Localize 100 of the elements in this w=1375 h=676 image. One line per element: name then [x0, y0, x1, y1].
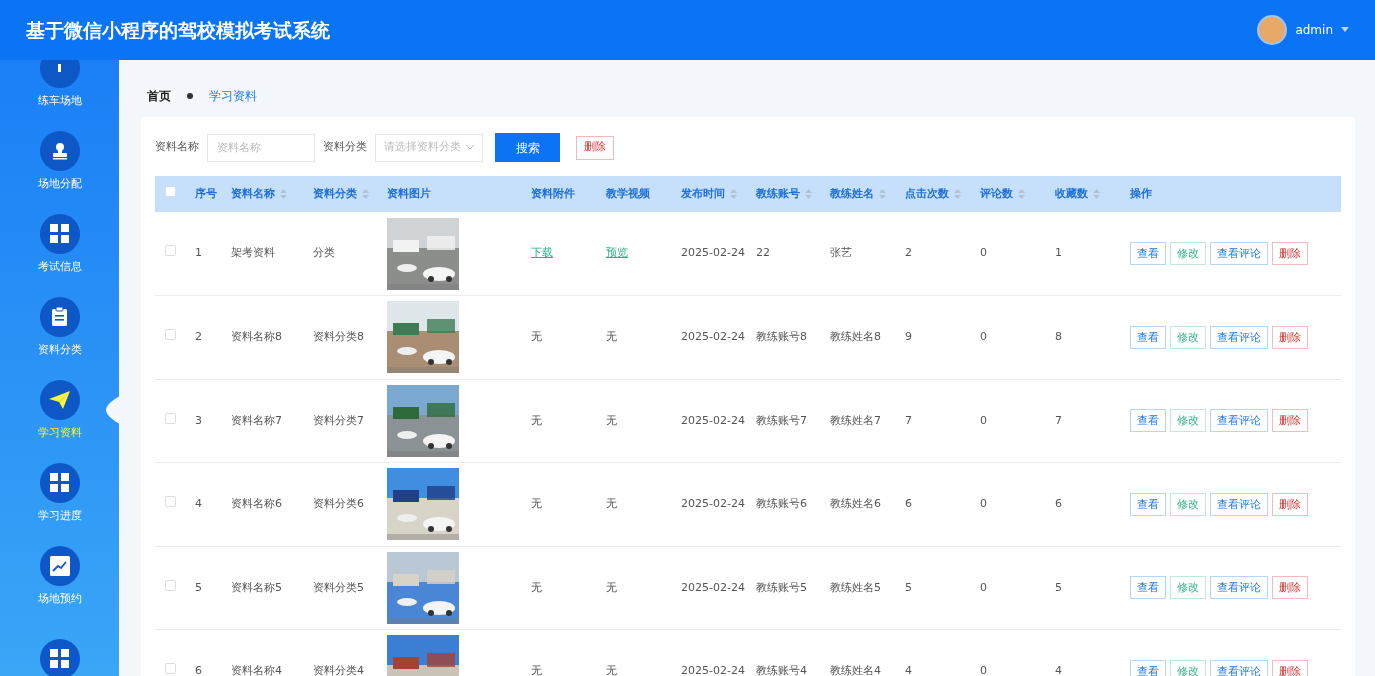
breadcrumb-item[interactable]: 学习资料: [209, 87, 257, 105]
sidebar-item[interactable]: 学习进度: [0, 451, 119, 534]
table-cell: 资料分类4: [313, 664, 364, 676]
row-number: 6: [195, 664, 202, 676]
field-label: 资料分类: [323, 139, 367, 156]
table-cell: 8: [1055, 330, 1062, 343]
row-number: 1: [195, 246, 202, 260]
table-cell: 4: [905, 664, 912, 676]
table-cell: 0: [980, 330, 987, 343]
table-cell: 22: [756, 246, 770, 260]
view-button[interactable]: 查看: [1130, 409, 1166, 433]
column-header: 资料图片: [387, 186, 431, 200]
table-cell: 2025-02-24: [681, 497, 745, 510]
table-cell: 教练姓名5: [830, 580, 881, 594]
sidebar-item[interactable]: 学习资料: [0, 368, 119, 451]
table-cell: 0: [980, 497, 987, 510]
app-title: 基于微信小程序的驾校模拟考试系统: [26, 17, 330, 43]
sidebar-item[interactable]: 考试信息: [0, 202, 119, 285]
delete-button[interactable]: 删除: [1272, 492, 1308, 516]
table-cell: 无: [606, 497, 617, 510]
table-cell: 0: [980, 246, 987, 260]
table-cell: 教练账号8: [756, 330, 807, 343]
preview-link[interactable]: 预览: [606, 246, 628, 260]
table-cell: 无: [531, 580, 542, 594]
table-cell: 无: [606, 413, 617, 427]
delete-button[interactable]: 删除: [576, 135, 614, 160]
table-cell: 资料分类5: [313, 580, 364, 594]
view-button[interactable]: 查看: [1130, 659, 1166, 676]
table-cell: 0: [980, 664, 987, 676]
table-cell: 无: [606, 580, 617, 594]
search-button[interactable]: 搜索: [495, 133, 560, 162]
view-button[interactable]: 查看评论: [1210, 242, 1268, 265]
view-button[interactable]: 查看评论: [1210, 325, 1268, 349]
table-cell: 2025-02-24: [681, 413, 745, 427]
delete-button[interactable]: 删除: [1272, 242, 1308, 265]
table-cell: 资料名称8: [231, 330, 282, 343]
name-field[interactable]: 资料名称: [207, 133, 315, 162]
breadcrumb-item[interactable]: 首页: [147, 87, 171, 105]
row-number: 5: [195, 580, 202, 594]
delete-button[interactable]: 删除: [1272, 325, 1308, 349]
table-cell: 6: [905, 497, 912, 510]
table-cell: 教练姓名6: [830, 497, 881, 510]
sidebar-item[interactable]: 练车场地: [0, 60, 119, 119]
view-button[interactable]: 查看: [1130, 492, 1166, 516]
sidebar-item[interactable]: 场地预约: [0, 534, 119, 617]
row-number: 2: [195, 330, 202, 343]
table-cell: 6: [1055, 497, 1062, 510]
table-cell: 5: [1055, 580, 1062, 594]
table-cell: 资料分类7: [313, 413, 364, 427]
table-cell: 5: [905, 580, 912, 594]
view-button[interactable]: 查看: [1130, 576, 1166, 600]
download-link[interactable]: 下载: [531, 246, 553, 260]
delete-button[interactable]: 删除: [1272, 409, 1308, 433]
sidebar-item[interactable]: 资料分类: [0, 285, 119, 368]
view-button[interactable]: 查看评论: [1210, 576, 1268, 600]
row-number: 3: [195, 413, 202, 427]
table-cell: 0: [980, 580, 987, 594]
user-menu[interactable]: admin: [1295, 21, 1333, 39]
table-cell: 4: [1055, 664, 1062, 676]
table-cell: 资料名称4: [231, 664, 282, 676]
table-cell: 无: [606, 664, 617, 676]
table-cell: 分类: [313, 246, 335, 260]
table-cell: 无: [531, 330, 542, 343]
table-cell: 教练姓名8: [830, 330, 881, 343]
table-cell: 2025-02-24: [681, 246, 745, 260]
view-button[interactable]: 查看评论: [1210, 492, 1268, 516]
category-select[interactable]: 请选择资料分类: [375, 133, 483, 162]
delete-button[interactable]: 删除: [1272, 659, 1308, 676]
table-cell: 教练账号5: [756, 580, 807, 594]
table-cell: 2: [905, 246, 912, 260]
view-button[interactable]: 查看: [1130, 325, 1166, 349]
table-cell: 资料名称5: [231, 580, 282, 594]
edit-button[interactable]: 修改: [1170, 576, 1206, 600]
edit-button[interactable]: 修改: [1170, 492, 1206, 516]
table-cell: 教练姓名4: [830, 664, 881, 676]
view-button[interactable]: 查看: [1130, 242, 1166, 265]
table-cell: 张艺: [830, 246, 852, 260]
column-header: 操作: [1130, 186, 1152, 200]
table-cell: 架考资料: [231, 246, 275, 260]
view-button[interactable]: 查看评论: [1210, 659, 1268, 676]
column-header: 教学视频: [606, 186, 650, 200]
table-cell: 2025-02-24: [681, 330, 745, 343]
row-number: 4: [195, 497, 202, 510]
edit-button[interactable]: 修改: [1170, 325, 1206, 349]
edit-button[interactable]: 修改: [1170, 409, 1206, 433]
view-button[interactable]: 查看评论: [1210, 409, 1268, 433]
table-cell: 资料名称7: [231, 413, 282, 427]
edit-button[interactable]: 修改: [1170, 659, 1206, 676]
table-cell: 资料名称6: [231, 497, 282, 510]
delete-button[interactable]: 删除: [1272, 576, 1308, 600]
edit-button[interactable]: 修改: [1170, 242, 1206, 265]
table-cell: 9: [905, 330, 912, 343]
table-cell: 无: [531, 664, 542, 676]
table-cell: 教练账号4: [756, 664, 807, 676]
table-cell: 1: [1055, 246, 1062, 260]
field-label: 资料名称: [155, 139, 199, 156]
sidebar-item[interactable]: 场地分配: [0, 119, 119, 202]
table-cell: 资料分类8: [313, 330, 364, 343]
table-cell: 无: [606, 330, 617, 343]
table-cell: 教练账号6: [756, 497, 807, 510]
